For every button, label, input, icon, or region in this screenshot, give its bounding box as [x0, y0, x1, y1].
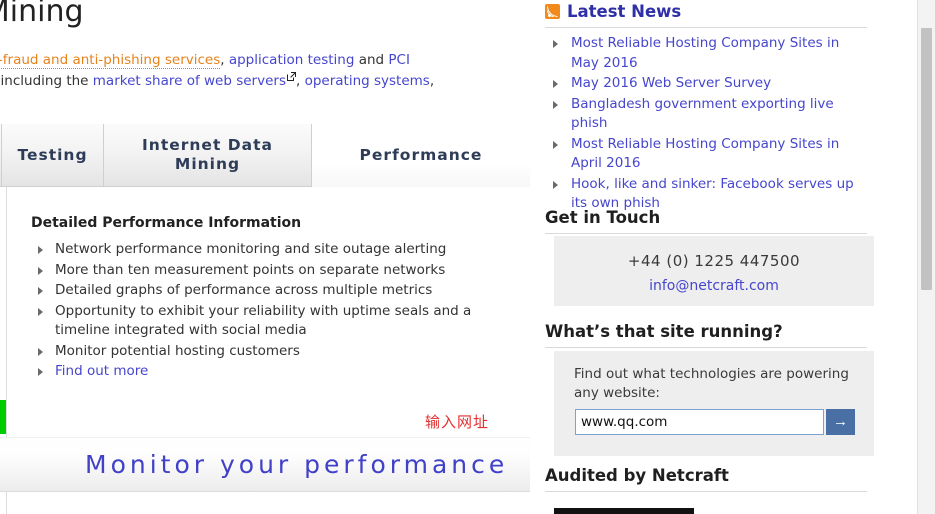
bullet-arrow-icon	[553, 140, 558, 149]
latest-news-section-header: Latest News	[545, 2, 867, 28]
bullet-arrow-icon	[553, 100, 558, 109]
audited-logo-bar	[554, 508, 694, 514]
site-running-box: Find out what technologies are powering …	[554, 351, 874, 456]
list-item: Monitor potential hosting customers	[35, 342, 485, 362]
contact-phone: +44 (0) 1225 447500	[627, 252, 801, 270]
list-item-label: Monitor potential hosting customers	[55, 342, 300, 359]
main-content-column: a Mining luding anti-fraud and anti-phis…	[0, 0, 530, 514]
section-divider	[545, 347, 867, 348]
intro-text-6: ,	[429, 72, 435, 89]
site-running-heading: What’s that site running?	[545, 322, 783, 341]
list-item-find-out-more[interactable]: Find out more	[35, 362, 485, 382]
list-item: Most Reliable Hosting Company Sites in A…	[549, 135, 871, 174]
bullet-arrow-icon	[553, 80, 558, 88]
chinese-annotation-label: 输入网址	[425, 413, 490, 431]
find-out-more-link[interactable]: Find out more	[55, 363, 148, 379]
bullet-arrow-icon	[553, 180, 558, 189]
latest-news-list: Most Reliable Hosting Company Sites in M…	[549, 34, 871, 215]
site-running-section-header: What’s that site running?	[545, 322, 867, 348]
intro-text-4: e internet, including the	[0, 72, 89, 89]
promo-banner: Monitor your performance	[0, 437, 530, 492]
intro-paragraph: luding anti-fraud and anti-phishing serv…	[0, 50, 486, 113]
contact-email-link[interactable]: info@netcraft.com	[649, 278, 779, 294]
news-link[interactable]: Hook, like and sinker: Facebook serves u…	[571, 176, 854, 212]
list-item: Opportunity to exhibit your reliability …	[35, 302, 485, 341]
section-divider	[545, 27, 867, 28]
intro-text-5: ,	[295, 72, 305, 89]
tab-strip: Testing Internet Data Mining Performance	[0, 124, 530, 188]
list-item: Network performance monitoring and site …	[35, 240, 485, 260]
site-running-prompt: Find out what technologies are powering …	[574, 366, 849, 401]
link-market-share-web-servers[interactable]: market share of web servers	[93, 73, 286, 89]
bullet-arrow-icon	[38, 347, 43, 356]
external-link-icon	[286, 71, 296, 81]
list-item-label: More than ten measurement points on sepa…	[55, 261, 446, 278]
list-item-label: Opportunity to exhibit your reliability …	[55, 302, 472, 339]
bullet-arrow-icon	[553, 40, 558, 48]
rss-icon	[545, 4, 560, 19]
site-search-submit-button[interactable]: →	[826, 409, 855, 435]
page-scrollbar[interactable]	[917, 0, 935, 514]
section-divider	[545, 233, 867, 234]
green-edge-marker	[0, 400, 6, 434]
promo-banner-text: Monitor your performance	[85, 450, 509, 479]
bullet-arrow-icon	[38, 368, 43, 376]
intro-text-2: ,	[220, 51, 229, 68]
list-item-label: Detailed graphs of performance across mu…	[55, 282, 433, 298]
audited-heading: Audited by Netcraft	[545, 466, 729, 485]
bullet-arrow-icon	[38, 266, 43, 275]
sidebar: Latest News Most Reliable Hosting Compan…	[545, 0, 885, 514]
latest-news-title: Latest News	[567, 2, 682, 21]
link-operating-systems[interactable]: operating systems	[305, 73, 430, 89]
link-pci[interactable]: PCI	[388, 52, 410, 68]
link-application-testing[interactable]: application testing	[229, 52, 355, 68]
get-in-touch-box: +44 (0) 1225 447500 info@netcraft.com	[554, 236, 874, 306]
list-item: More than ten measurement points on sepa…	[35, 261, 485, 281]
bullet-arrow-icon	[38, 307, 43, 316]
page-scrollbar-thumb[interactable]	[921, 28, 932, 290]
get-in-touch-heading: Get in Touch	[545, 208, 661, 227]
site-search-input[interactable]	[575, 409, 824, 435]
browser-viewport: a Mining luding anti-fraud and anti-phis…	[0, 0, 918, 514]
tab-internet-data-mining[interactable]: Internet Data Mining	[104, 124, 312, 187]
section-divider	[545, 491, 867, 492]
list-item: Most Reliable Hosting Company Sites in M…	[549, 34, 871, 73]
news-link[interactable]: Most Reliable Hosting Company Sites in M…	[571, 35, 839, 71]
tab-performance[interactable]: Performance	[312, 124, 530, 187]
page-title: a Mining	[0, 0, 84, 29]
site-search-form: →	[575, 409, 855, 435]
tab-testing[interactable]: Testing	[2, 124, 104, 187]
list-item: Bangladesh government exporting live phi…	[549, 95, 871, 134]
list-item-label: Network performance monitoring and site …	[55, 241, 447, 257]
link-anti-fraud-services[interactable]: anti-fraud and anti-phishing services	[0, 51, 221, 69]
news-link[interactable]: Bangladesh government exporting live phi…	[571, 96, 834, 132]
list-item: Detailed graphs of performance across mu…	[35, 281, 485, 301]
news-link[interactable]: Most Reliable Hosting Company Sites in A…	[571, 136, 839, 172]
latest-news-heading: Latest News	[545, 2, 867, 27]
audited-section-header: Audited by Netcraft	[545, 466, 867, 492]
get-in-touch-section-header: Get in Touch	[545, 208, 867, 234]
detailed-performance-heading: Detailed Performance Information	[31, 215, 302, 231]
bullet-arrow-icon	[38, 287, 43, 295]
intro-text-3: and	[354, 51, 389, 68]
bullet-arrow-icon	[38, 246, 43, 254]
news-link[interactable]: May 2016 Web Server Survey	[571, 75, 771, 91]
performance-feature-list: Network performance monitoring and site …	[35, 240, 485, 383]
list-item: May 2016 Web Server Survey	[549, 74, 871, 94]
